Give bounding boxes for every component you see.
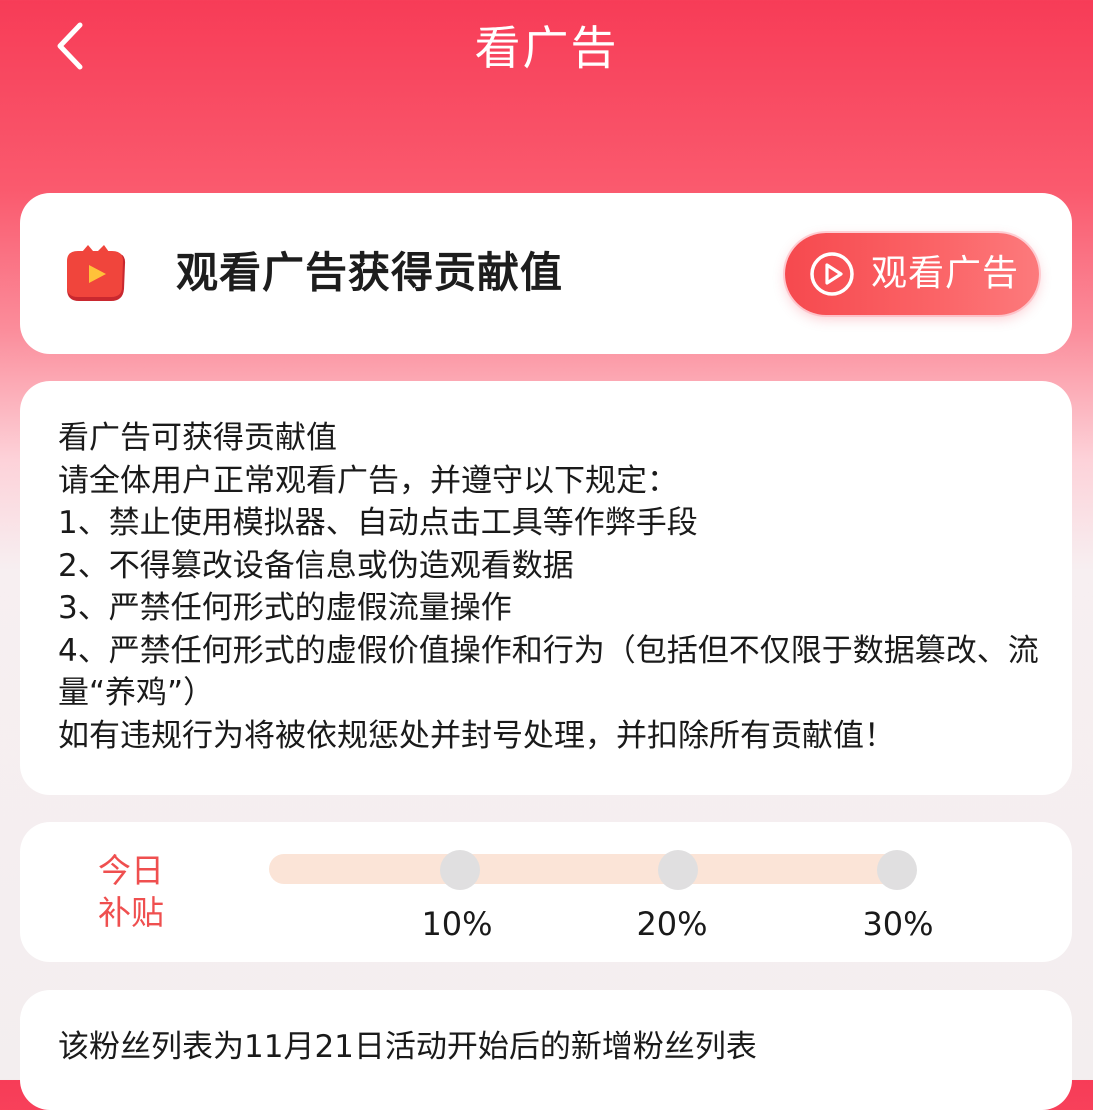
subsidy-label: 今日 补贴 [96,850,166,934]
header: 看广告 [0,0,1093,100]
video-ad-icon [60,245,130,305]
page-title: 看广告 [474,21,619,75]
tier-label-30: 30% [862,905,934,943]
rules-line: 如有违规行为将被依规惩处并封号处理，并扣除所有贡献值！ [58,717,895,754]
subsidy-card: 今日 补贴 10% 20% 30% [20,822,1072,962]
watch-ad-button-label: 观看广告 [871,253,1020,294]
rules-line: 1、禁止使用模拟器、自动点击工具等作弊手段 [58,505,698,541]
fans-description: 该粉丝列表为11月21日活动开始后的新增粉丝列表 [58,1029,757,1065]
rules-line: 3、严禁任何形式的虚假流量操作 [58,590,512,626]
subsidy-progress-track [269,854,915,884]
rules-text: 看广告可获得贡献值 请全体用户正常观看广告，并遵守以下规定： 1、禁止使用模拟器… [58,417,1048,757]
play-circle-icon [809,251,855,297]
tier-label-20: 20% [636,905,708,943]
rules-line: 4、严禁任何形式的虚假价值操作和行为（包括但不仅限于数据篡改、流量“养鸡”） [58,632,1039,712]
progress-node-30 [877,850,917,890]
rules-line: 看广告可获得贡献值 [58,420,337,456]
watch-ad-button[interactable]: 观看广告 [785,233,1039,315]
progress-node-20 [658,850,698,890]
progress-node-10 [440,850,480,890]
rules-card: 看广告可获得贡献值 请全体用户正常观看广告，并遵守以下规定： 1、禁止使用模拟器… [20,381,1072,795]
rules-line: 2、不得篡改设备信息或伪造观看数据 [58,547,574,584]
subsidy-label-line: 今日 [98,851,164,890]
tier-label-10: 10% [421,905,493,943]
fans-card: 该粉丝列表为11月21日活动开始后的新增粉丝列表 [20,990,1072,1110]
watch-ad-card: 观看广告获得贡献值 观看广告 [20,193,1072,354]
rules-line: 请全体用户正常观看广告，并遵守以下规定： [58,462,678,499]
watch-ad-title: 观看广告获得贡献值 [176,248,564,297]
subsidy-label-line: 补贴 [98,893,164,932]
